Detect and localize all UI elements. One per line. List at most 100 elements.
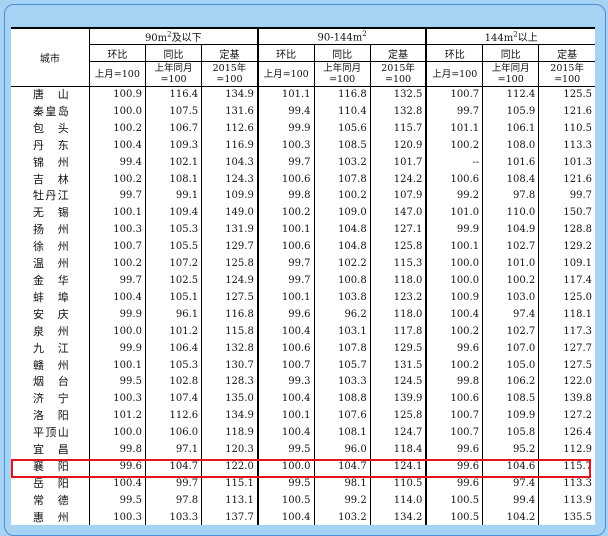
value-cell: 125.8	[201, 256, 258, 273]
value-cell: 99.5	[88, 492, 146, 510]
table-row: 无锡 100.1 109.4 149.0 100.2 109.0 147.0 101.0 110…	[11, 205, 595, 223]
value-cell: 103.8	[313, 289, 371, 307]
value-cell: 132.8	[201, 340, 258, 358]
value-cell: 95.2	[482, 442, 539, 459]
value-cell: 103.3	[313, 374, 371, 392]
value-cell: 99.7	[256, 256, 315, 273]
table-row: 徐州 100.7 105.5 129.7 100.6 104.8 125.8 100.1 102…	[11, 239, 595, 257]
value-cell: 100.0	[256, 458, 315, 476]
value-cell: 99.6	[88, 458, 146, 476]
city-name-cell: 襄阳	[33, 459, 69, 473]
value-cell: 99.7	[256, 154, 315, 172]
sub-header: 环比	[425, 44, 483, 62]
value-cell: 100.1	[88, 357, 146, 375]
value-cell: 122.0	[538, 374, 595, 392]
value-cell: 100.2	[88, 256, 146, 273]
value-cell: 115.7	[369, 120, 427, 138]
group-header-small: 90m2及以下	[88, 27, 258, 45]
value-cell: 124.3	[201, 171, 258, 189]
value-cell: 99.6	[425, 475, 483, 493]
value-cell: 99.9	[88, 340, 146, 358]
value-cell: 110.5	[369, 475, 427, 493]
header-row-sub: 环比 同比 定基 环比 同比 定基 环比 同比 定基	[11, 44, 595, 62]
value-cell: 118.9	[201, 425, 258, 443]
value-cell: 100.2	[425, 137, 483, 155]
value-cell: 134.9	[201, 86, 258, 104]
header-row-base: 上月=100 上年同月=100 2015年=100 上月=100 上年同月=10…	[11, 61, 595, 87]
sub-header: 环比	[88, 44, 146, 62]
value-cell: 100.0	[88, 425, 146, 443]
value-cell: 126.4	[538, 425, 595, 443]
value-cell: 100.3	[88, 391, 146, 409]
city-name-cell: 秦皇岛	[33, 104, 69, 118]
value-cell: 121.6	[538, 171, 595, 189]
value-cell: 127.5	[538, 357, 595, 375]
value-cell: 100.1	[425, 239, 483, 257]
city-name-cell: 金华	[33, 273, 69, 287]
value-cell: 107.8	[313, 340, 371, 358]
value-cell: 100.7	[256, 357, 315, 375]
base-header: 上月=100	[88, 61, 146, 87]
value-cell: 115.8	[201, 323, 258, 341]
value-cell: 117.8	[369, 323, 427, 341]
city-name-cell: 锦州	[33, 155, 69, 169]
city-name-cell: 济宁	[33, 392, 69, 406]
table-row: 锦州 99.4 102.1 104.3 99.7 103.2 101.7 -- 101.6 101…	[11, 154, 595, 172]
value-cell: 104.3	[201, 154, 258, 172]
value-cell: 120.9	[369, 137, 427, 155]
document-page: 城市 90m2及以下 90-144m2 144m2以上 环比 同比 定基 环比 …	[11, 27, 595, 525]
value-cell: 129.2	[538, 239, 595, 257]
city-name-cell: 常德	[33, 493, 69, 507]
value-cell: 99.4	[482, 492, 539, 510]
base-header: 上年同月=100	[144, 61, 202, 87]
value-cell: 103.2	[313, 154, 371, 172]
value-cell: 100.6	[425, 391, 483, 409]
value-cell: 100.0	[425, 256, 483, 273]
table-row: 平顶山 100.0 106.0 118.9 100.4 108.1 124.7 100.7 10…	[11, 425, 595, 443]
value-cell: 100.1	[256, 408, 315, 426]
table-row: 包头 100.2 106.7 112.6 99.9 105.6 115.7 101.1 106.…	[11, 120, 595, 138]
value-cell: 100.2	[425, 323, 483, 341]
value-cell: 118.4	[369, 442, 427, 459]
base-header: 2015年=100	[369, 61, 427, 87]
value-cell: 100.6	[256, 239, 315, 257]
table-row: 吉林 100.2 108.1 124.3 100.6 107.8 124.2 100.6 108…	[11, 171, 595, 189]
city-name-cell: 无锡	[33, 206, 69, 220]
value-cell: 129.7	[201, 239, 258, 257]
value-cell: 100.5	[425, 509, 483, 525]
value-cell: 123.2	[369, 289, 427, 307]
value-cell: 118.1	[538, 306, 595, 324]
base-header: 2015年=100	[538, 61, 595, 87]
value-cell: 100.2	[482, 272, 539, 290]
value-cell: 124.7	[369, 425, 427, 443]
city-name-cell: 丹东	[33, 138, 69, 152]
value-cell: 105.0	[482, 357, 539, 375]
value-cell: 100.1	[256, 289, 315, 307]
value-cell: 99.2	[313, 492, 371, 510]
value-cell: 149.0	[201, 205, 258, 223]
value-cell: 100.6	[425, 171, 483, 189]
value-cell: 102.8	[144, 374, 202, 392]
value-cell: 105.1	[144, 289, 202, 307]
value-cell: 102.7	[482, 239, 539, 257]
value-cell: 100.7	[425, 408, 483, 426]
table-row: 惠州 100.3 103.3 137.7 100.4 103.2 134.2 100.5 104…	[11, 509, 595, 525]
value-cell: 132.5	[369, 86, 427, 104]
value-cell: 116.8	[313, 86, 371, 104]
value-cell: 117.4	[538, 272, 595, 290]
value-cell: 100.4	[88, 289, 146, 307]
value-cell: 105.9	[482, 103, 539, 121]
value-cell: 131.9	[201, 222, 258, 240]
value-cell: 109.0	[313, 205, 371, 223]
value-cell: 134.2	[369, 509, 427, 525]
table-row: 唐山 100.9 116.4 134.9 101.1 116.8 132.5 100.7 112…	[11, 86, 595, 104]
value-cell: 113.3	[538, 137, 595, 155]
value-cell: 132.8	[369, 103, 427, 121]
value-cell: 116.8	[201, 306, 258, 324]
value-cell: 137.7	[201, 509, 258, 525]
city-name-cell: 烟台	[33, 375, 69, 389]
value-cell: 99.2	[425, 188, 483, 206]
value-cell: 100.2	[425, 357, 483, 375]
city-name-cell: 赣州	[33, 358, 69, 372]
value-cell: 99.1	[144, 188, 202, 206]
